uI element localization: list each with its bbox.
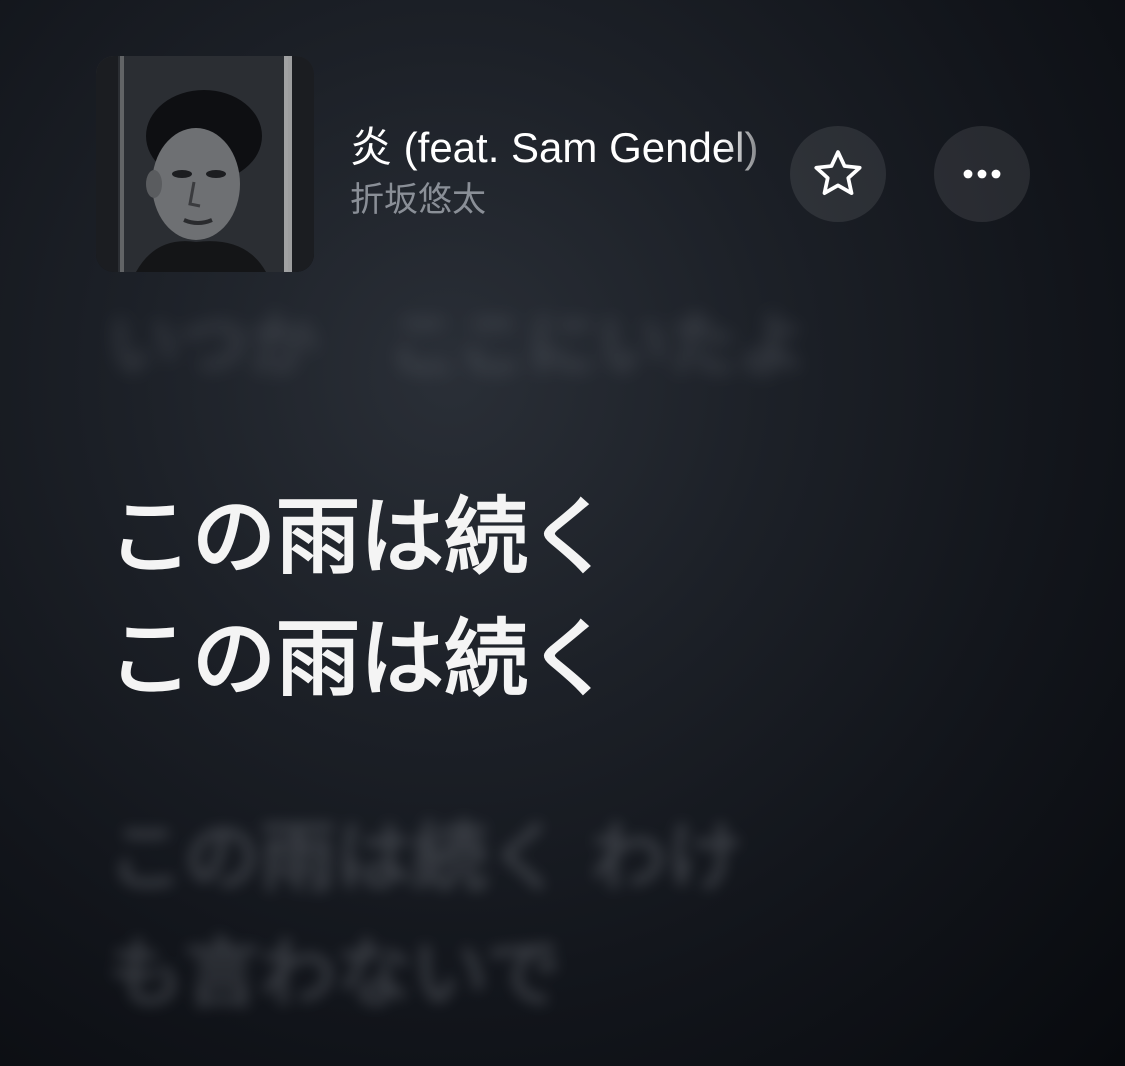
album-artwork[interactable] [96, 56, 314, 272]
lyric-line-current-1: この雨は続く [108, 488, 613, 586]
lyrics-screen: 炎 (feat. Sam Gendel) 折坂悠太 いつか ここにいたよ この雨… [0, 0, 1125, 1066]
favorite-button[interactable] [790, 126, 886, 222]
more-button[interactable] [934, 126, 1030, 222]
lyric-line-current-2: この雨は続く [108, 610, 613, 708]
star-outline-icon [814, 150, 862, 195]
lyric-line-current[interactable]: この雨は続く この雨は続く [108, 476, 612, 720]
lyric-line-next-2: も言わないで [108, 929, 562, 1018]
lyric-line-previous[interactable]: いつか ここにいたよ [108, 300, 808, 390]
track-artist[interactable]: 折坂悠太 [350, 178, 788, 222]
track-info[interactable]: 炎 (feat. Sam Gendel) 折坂悠太 [350, 122, 788, 222]
track-title: 炎 (feat. Sam Gendel) [350, 124, 759, 171]
lyric-line-next-1: この雨は続く わけ [108, 813, 743, 902]
album-artwork-image [96, 56, 314, 272]
lyric-line-next[interactable]: この雨は続く わけ も言わないで [108, 800, 868, 1032]
ellipsis-icon [963, 169, 1001, 179]
